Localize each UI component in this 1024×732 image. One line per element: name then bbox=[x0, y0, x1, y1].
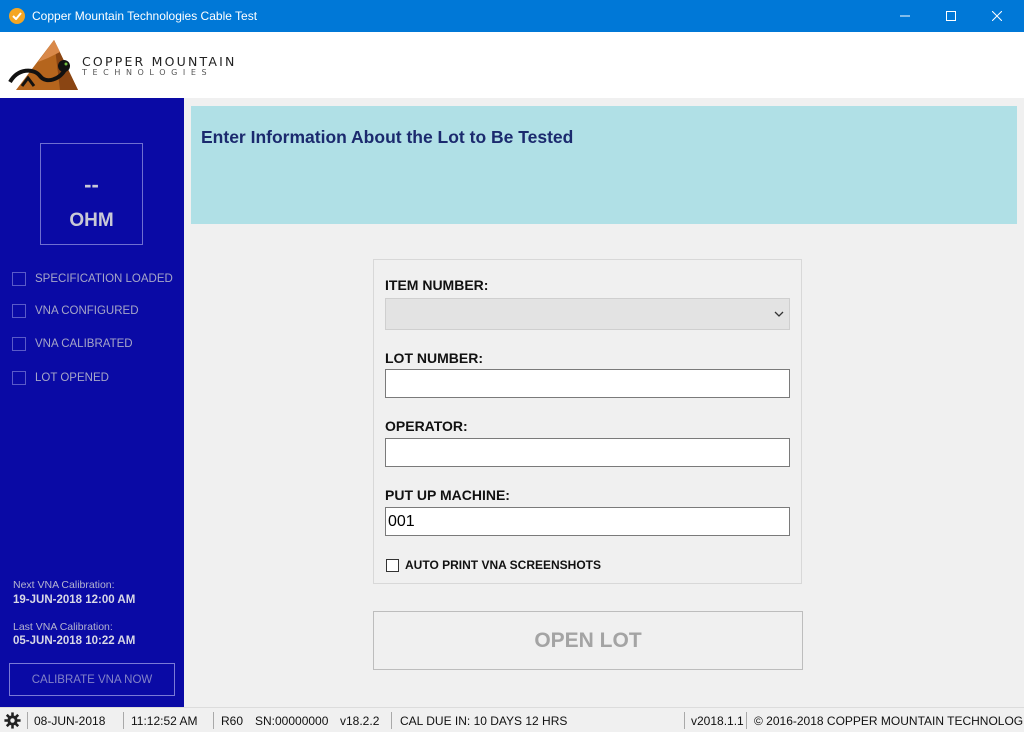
item-number-dropdown[interactable] bbox=[385, 298, 790, 330]
status-separator bbox=[213, 712, 214, 729]
status-specification-loaded: SPECIFICATION LOADED bbox=[12, 271, 173, 287]
copper-mountain-logo-icon bbox=[8, 40, 78, 90]
chevron-down-icon bbox=[774, 311, 784, 317]
auto-print-checkbox[interactable] bbox=[386, 558, 399, 572]
status-checkbox bbox=[12, 337, 26, 351]
instruction-banner: Enter Information About the Lot to Be Te… bbox=[191, 106, 1017, 224]
impedance-value: -- bbox=[84, 172, 99, 197]
operator-label: OPERATOR: bbox=[385, 418, 468, 434]
impedance-display: -- OHM bbox=[40, 143, 143, 245]
status-separator bbox=[27, 712, 28, 729]
last-calibration-value: 05-JUN-2018 10:22 AM bbox=[13, 635, 136, 647]
status-separator bbox=[746, 712, 747, 729]
status-copyright: © 2016-2018 COPPER MOUNTAIN TECHNOLOGIES bbox=[754, 713, 1024, 728]
app-check-icon bbox=[9, 8, 25, 24]
banner-title: Enter Information About the Lot to Be Te… bbox=[201, 127, 574, 147]
status-sidebar: -- OHM SPECIFICATION LOADED VNA CONFIGUR… bbox=[0, 98, 184, 707]
main-content: Enter Information About the Lot to Be Te… bbox=[184, 98, 1024, 707]
status-checkbox bbox=[12, 304, 26, 318]
status-cal-due: CAL DUE IN: 10 DAYS 12 HRS bbox=[400, 713, 568, 728]
next-calibration-value: 19-JUN-2018 12:00 AM bbox=[13, 594, 136, 606]
status-model: R60 bbox=[221, 713, 244, 728]
title-bar[interactable]: Copper Mountain Technologies Cable Test bbox=[0, 0, 1024, 32]
window-title: Copper Mountain Technologies Cable Test bbox=[32, 9, 258, 23]
calibrate-vna-button[interactable]: CALIBRATE VNA NOW bbox=[9, 663, 175, 696]
status-vna-version: v18.2.2 bbox=[340, 713, 380, 728]
close-button[interactable] bbox=[974, 0, 1020, 32]
lot-form-panel: ITEM NUMBER: LOT NUMBER: OPERATOR: PUT U… bbox=[373, 259, 802, 584]
open-lot-button[interactable]: OPEN LOT bbox=[373, 611, 803, 670]
auto-print-option[interactable]: AUTO PRINT VNA SCREENSHOTS bbox=[386, 558, 601, 572]
status-app-version: v2018.1.1 bbox=[691, 713, 744, 728]
lot-number-input[interactable] bbox=[385, 369, 790, 398]
status-label: LOT OPENED bbox=[35, 372, 109, 384]
status-label: VNA CONFIGURED bbox=[35, 305, 139, 317]
put-up-machine-label: PUT UP MACHINE: bbox=[385, 487, 510, 503]
operator-input[interactable] bbox=[385, 438, 790, 467]
status-separator bbox=[123, 712, 124, 729]
status-lot-opened: LOT OPENED bbox=[12, 370, 109, 386]
auto-print-label: AUTO PRINT VNA SCREENSHOTS bbox=[405, 558, 602, 572]
status-label: VNA CALIBRATED bbox=[35, 338, 133, 350]
status-label: SPECIFICATION LOADED bbox=[35, 273, 173, 285]
logo-header: COPPER MOUNTAIN TECHNOLOGIES bbox=[0, 32, 1024, 98]
item-number-label: ITEM NUMBER: bbox=[385, 277, 489, 293]
maximize-button[interactable] bbox=[928, 0, 974, 32]
close-icon bbox=[992, 11, 1002, 21]
status-date: 08-JUN-2018 bbox=[34, 713, 106, 728]
status-serial: SN:00000000 bbox=[255, 713, 329, 728]
status-bar: 08-JUN-2018 11:12:52 AM R60 SN:00000000 … bbox=[0, 707, 1024, 732]
status-separator bbox=[684, 712, 685, 729]
lot-number-label: LOT NUMBER: bbox=[385, 350, 483, 366]
status-checkbox bbox=[12, 272, 26, 286]
status-time: 11:12:52 AM bbox=[131, 713, 198, 728]
status-checkbox bbox=[12, 371, 26, 385]
put-up-machine-input[interactable] bbox=[385, 507, 790, 536]
status-vna-calibrated: VNA CALIBRATED bbox=[12, 336, 133, 352]
status-separator bbox=[391, 712, 392, 729]
maximize-icon bbox=[946, 11, 956, 21]
next-calibration-label: Next VNA Calibration: bbox=[13, 579, 115, 591]
minimize-icon bbox=[900, 15, 910, 17]
logo-company-name: COPPER MOUNTAIN bbox=[82, 54, 237, 69]
impedance-unit: OHM bbox=[69, 210, 114, 231]
logo-company-subtitle: TECHNOLOGIES bbox=[82, 68, 213, 77]
minimize-button[interactable] bbox=[882, 0, 928, 32]
last-calibration-label: Last VNA Calibration: bbox=[13, 621, 113, 633]
status-vna-configured: VNA CONFIGURED bbox=[12, 303, 139, 319]
gear-icon[interactable] bbox=[4, 712, 21, 729]
